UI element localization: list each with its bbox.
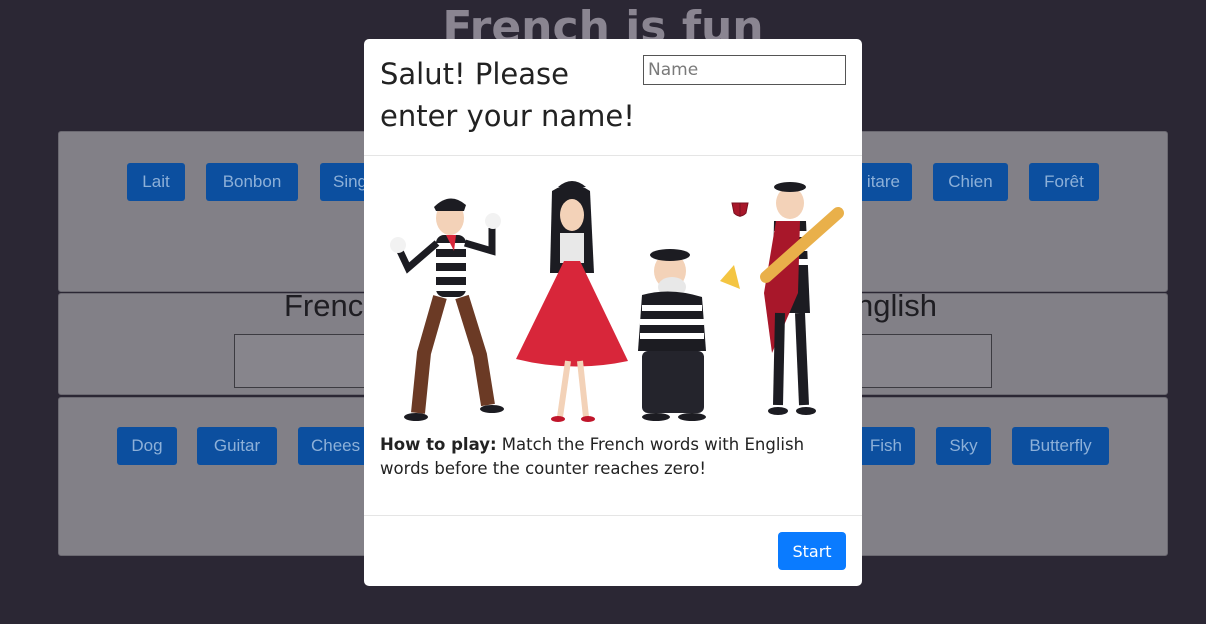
english-word-button[interactable]: Butterfly <box>1012 427 1109 465</box>
french-word-button[interactable]: Chien <box>933 163 1008 201</box>
french-characters-illustration <box>390 181 844 422</box>
french-word-button[interactable]: Lait <box>127 163 185 201</box>
english-word-button[interactable]: Sky <box>936 427 991 465</box>
name-modal: Salut! Please enter your name! Name How … <box>364 39 862 586</box>
how-to-play-text: How to play: Match the French words with… <box>380 433 850 481</box>
english-answer-field[interactable] <box>852 334 992 388</box>
french-word-button[interactable]: Bonbon <box>206 163 298 201</box>
modal-title: Salut! Please enter your name! <box>380 57 635 133</box>
name-input[interactable] <box>643 55 846 85</box>
modal-footer-divider <box>364 515 862 516</box>
mime-figure <box>390 198 504 421</box>
english-word-button[interactable]: Dog <box>117 427 177 465</box>
old-man-figure <box>638 249 740 421</box>
english-word-button[interactable]: Guitar <box>197 427 277 465</box>
french-answer-field[interactable] <box>234 334 374 388</box>
modal-header-divider <box>364 155 862 156</box>
how-to-play-label: How to play: <box>380 435 497 454</box>
english-word-button[interactable]: Chees <box>298 427 374 465</box>
start-button[interactable]: Start <box>778 532 846 570</box>
french-column-label: Frenc <box>284 288 364 323</box>
french-word-button[interactable]: Forêt <box>1029 163 1099 201</box>
english-column-label: nglish <box>856 288 937 323</box>
woman-figure <box>516 181 628 422</box>
baguette-man-figure <box>731 182 844 415</box>
